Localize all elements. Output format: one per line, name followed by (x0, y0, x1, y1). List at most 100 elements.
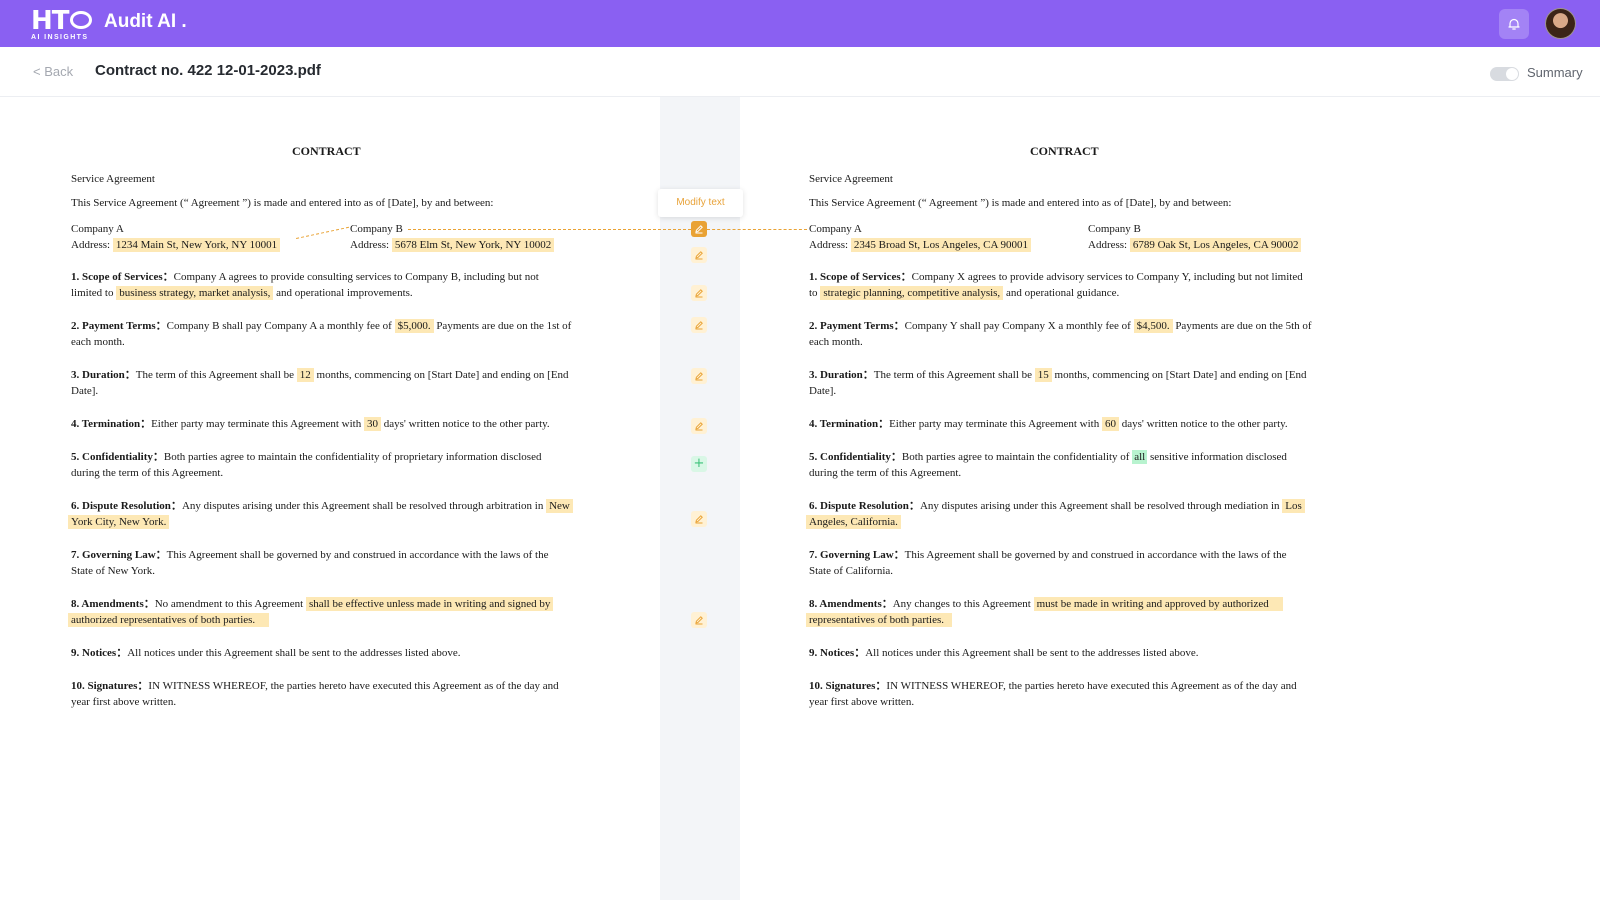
section-text: and operational improvements. (276, 287, 413, 299)
diff-highlight[interactable]: business strategy, market analysis, (116, 286, 274, 300)
section-label: 4. Termination： (71, 418, 152, 430)
section-text: Payments are due on the 1st of (436, 320, 572, 332)
section-text: The term of this Agreement shall be (135, 369, 295, 381)
edit-icon[interactable] (691, 285, 707, 301)
section-label: 6. Dispute Resolution： (809, 500, 920, 512)
section-dispute: 6. Dispute Resolution：Any disputes arisi… (809, 498, 1305, 514)
section-label: 10. Signatures： (71, 680, 149, 692)
section-label: 5. Confidentiality： (71, 451, 164, 463)
diff-highlight[interactable]: New (546, 499, 573, 513)
logo-subtitle: AI INSIGHTS (31, 34, 89, 41)
diff-added-highlight[interactable]: all (1132, 450, 1148, 464)
section-confidentiality: 5. Confidentiality：Both parties agree to… (71, 449, 541, 465)
section-text: All notices under this Agreement shall b… (865, 647, 1199, 659)
section-scope: 1. Scope of Services：Company X agrees to… (809, 269, 1303, 285)
diff-highlight[interactable]: 6789 Oak St, Los Angeles, CA 90002 (1129, 238, 1302, 252)
section-duration-cont: Date]. (809, 385, 837, 397)
section-dispute-cont: York City, New York. (68, 514, 170, 530)
diff-highlight[interactable]: Angeles, California. (806, 515, 901, 529)
diff-highlight[interactable]: 1234 Main St, New York, NY 10001 (112, 238, 281, 252)
notifications-button[interactable] (1499, 9, 1529, 39)
section-text: sensitive information disclosed (1149, 451, 1287, 463)
connector-line (408, 229, 691, 230)
section-governing-cont: State of California. (809, 565, 894, 577)
edit-icon[interactable] (691, 612, 707, 628)
section-payment-cont: each month. (71, 336, 125, 348)
edit-icon[interactable] (691, 317, 707, 333)
diff-highlight[interactable]: authorized representatives of both parti… (68, 613, 270, 627)
edit-icon[interactable] (691, 221, 707, 237)
section-label: 4. Termination： (809, 418, 890, 430)
doc-intro: This Service Agreement (“ Agreement ”) i… (71, 197, 494, 209)
section-label: 7. Governing Law： (809, 549, 905, 561)
diff-highlight[interactable]: representatives of both parties. (806, 613, 953, 627)
section-amendments: 8. Amendments：Any changes to this Agreem… (809, 596, 1283, 612)
section-payment-cont: each month. (809, 336, 863, 348)
summary-toggle[interactable] (1490, 67, 1519, 81)
section-text: Any changes to this Agreement (892, 598, 1031, 610)
user-avatar[interactable] (1545, 8, 1576, 39)
section-text: limited to (71, 287, 114, 299)
company-b-address: Address: 5678 Elm St, New York, NY 10002 (350, 237, 555, 253)
section-label: 5. Confidentiality： (809, 451, 902, 463)
company-b-label: Company B (1088, 223, 1141, 235)
section-duration: 3. Duration：The term of this Agreement s… (809, 367, 1307, 383)
section-label: 7. Governing Law： (71, 549, 167, 561)
section-text: Any disputes arising under this Agreemen… (919, 500, 1280, 512)
company-a-label: Company A (71, 223, 124, 235)
back-link[interactable]: < Back (33, 64, 73, 79)
section-dispute: 6. Dispute Resolution：Any disputes arisi… (71, 498, 573, 514)
section-governing: 7. Governing Law：This Agreement shall be… (71, 547, 548, 563)
section-confidentiality-cont: during the term of this Agreement. (809, 467, 962, 479)
toggle-knob (1506, 68, 1518, 80)
section-text: days' written notice to the other party. (1121, 418, 1288, 430)
diff-highlight[interactable]: York City, New York. (68, 515, 170, 529)
diff-highlight[interactable]: Los (1282, 499, 1305, 513)
section-label: 1. Scope of Services： (71, 271, 174, 283)
section-amendments-cont: authorized representatives of both parti… (68, 612, 270, 628)
diff-highlight[interactable]: must be made in writing and approved by … (1033, 597, 1283, 611)
address-label: Address: (350, 239, 390, 251)
section-notices: 9. Notices：All notices under this Agreem… (71, 645, 461, 661)
diff-highlight[interactable]: strategic planning, competitive analysis… (820, 286, 1004, 300)
diff-highlight[interactable]: 5678 Elm St, New York, NY 10002 (391, 238, 555, 252)
section-termination: 4. Termination：Either party may terminat… (809, 416, 1288, 432)
diff-highlight[interactable]: $5,000. (394, 319, 434, 333)
edit-icon[interactable] (691, 368, 707, 384)
diff-highlight[interactable]: 12 (296, 368, 314, 382)
section-text: All notices under this Agreement shall b… (127, 647, 461, 659)
modify-text-tooltip: Modify text (658, 189, 743, 217)
section-text: Both parties agree to maintain the confi… (163, 451, 542, 463)
brand-logo[interactable]: HT AI INSIGHTS (31, 8, 95, 41)
edit-icon[interactable] (691, 418, 707, 434)
section-text: Both parties agree to maintain the confi… (901, 451, 1130, 463)
section-text: to (809, 287, 818, 299)
diff-highlight[interactable]: shall be effective unless made in writin… (305, 597, 554, 611)
section-scope: 1. Scope of Services：Company A agrees to… (71, 269, 539, 285)
compare-gutter (660, 97, 740, 900)
connector-line (707, 229, 807, 230)
address-label: Address: (71, 239, 111, 251)
diff-highlight[interactable]: 30 (364, 417, 381, 431)
address-label: Address: (1088, 239, 1128, 251)
section-text: months, commencing on [Start Date] and e… (1054, 369, 1307, 381)
section-label: 3. Duration： (71, 369, 136, 381)
edit-icon[interactable] (691, 247, 707, 263)
diff-highlight[interactable]: 2345 Broad St, Los Angeles, CA 90001 (850, 238, 1032, 252)
diff-highlight[interactable]: 60 (1102, 417, 1119, 431)
document-header: < Back Contract no. 422 12-01-2023.pdf S… (0, 47, 1600, 97)
section-label: 8. Amendments： (71, 598, 155, 610)
diff-highlight[interactable]: $4,500. (1133, 319, 1173, 333)
add-icon[interactable]: + (691, 456, 707, 472)
section-payment: 2. Payment Terms：Company Y shall pay Com… (809, 318, 1312, 334)
section-text: Either party may terminate this Agreemen… (889, 418, 1100, 430)
section-payment: 2. Payment Terms：Company B shall pay Com… (71, 318, 571, 334)
section-governing-cont: State of New York. (71, 565, 156, 577)
edit-icon[interactable] (691, 511, 707, 527)
diff-highlight[interactable]: 15 (1034, 368, 1052, 382)
section-signatures: 10. Signatures：IN WITNESS WHEREOF, the p… (809, 678, 1297, 694)
company-a-address: Address: 2345 Broad St, Los Angeles, CA … (809, 237, 1032, 253)
section-text: No amendment to this Agreement (154, 598, 304, 610)
section-text: Any disputes arising under this Agreemen… (181, 500, 544, 512)
section-label: 10. Signatures： (809, 680, 887, 692)
